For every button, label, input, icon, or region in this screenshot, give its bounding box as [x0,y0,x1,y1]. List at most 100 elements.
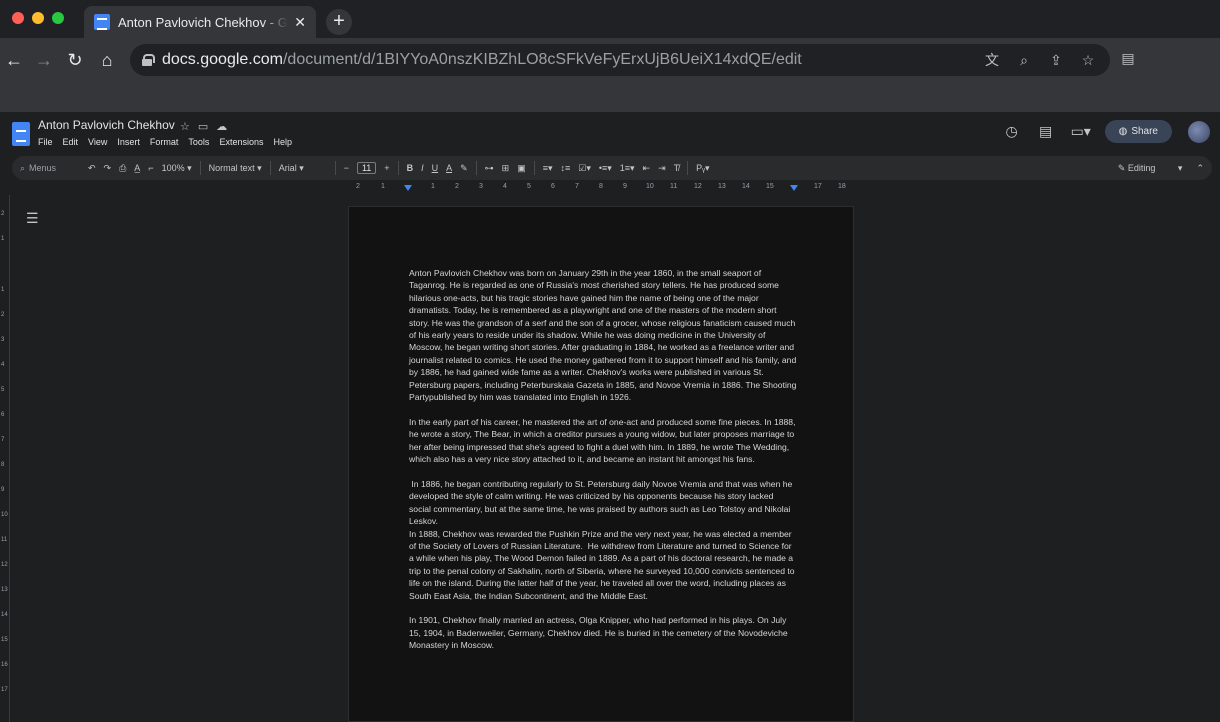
print-icon[interactable]: ⎙ [119,163,126,174]
menu-bar: File Edit View Insert Format Tools Exten… [38,137,292,147]
underline-icon[interactable]: U [432,163,439,173]
version-history-icon[interactable]: ◷ [1003,123,1021,140]
link-icon[interactable]: ⊶ [485,163,494,174]
undo-icon[interactable]: ↶ [88,163,96,174]
bold-icon[interactable]: B [407,163,414,173]
ruler-mark: 13 [718,183,726,190]
vruler-mark: 5 [1,387,5,393]
docs-favicon-icon [94,14,110,30]
tab-close-icon[interactable]: ✕ [294,14,306,31]
menu-edit[interactable]: Edit [63,137,79,147]
decrease-indent-icon[interactable]: ⇤ [643,163,651,174]
ruler-mark: 4 [503,183,507,190]
close-window-button[interactable] [12,12,24,24]
browser-toolbar: ← → ↻ ⌂ docs.google.com/document/d/1BIYY… [0,38,1220,82]
document-outline-icon[interactable]: ☰ [26,210,39,227]
document-body[interactable]: Anton Pavlovich Chekhov was born on Janu… [409,267,797,664]
cloud-status-icon[interactable]: ☁ [216,120,227,133]
back-arrow-icon[interactable]: ← [2,48,26,72]
highlight-icon[interactable]: ✎ [460,163,468,174]
numbered-list-icon[interactable]: 1≡▾ [620,163,635,174]
paragraph[interactable]: Anton Pavlovich Chekhov was born on Janu… [409,267,797,403]
translate-icon[interactable]: 文 [982,50,1002,70]
hide-menus-icon[interactable]: ⌃ [1196,163,1204,174]
paragraph[interactable]: In 1886, he began contributing regularly… [409,478,797,528]
divider [533,161,535,175]
style-select[interactable]: Normal text ▾ [209,163,262,174]
forward-arrow-icon[interactable]: → [32,48,56,72]
insert-image-icon[interactable]: ▣ [517,163,526,174]
vruler-mark: 13 [1,587,8,593]
menu-format[interactable]: Format [150,137,179,147]
menu-extensions[interactable]: Extensions [219,137,263,147]
text-color-icon[interactable]: A [446,163,452,173]
globe-icon: ◍ [1118,126,1128,137]
italic-icon[interactable]: I [421,163,424,173]
clear-formatting-icon[interactable]: T̸ [674,163,680,173]
increase-font-size-icon[interactable]: + [384,163,389,173]
comments-icon[interactable]: ▤ [1037,123,1055,140]
menu-view[interactable]: View [88,137,107,147]
editing-mode-label: Editing [1127,162,1156,173]
new-tab-button[interactable]: + [326,9,352,35]
browser-tab[interactable]: Anton Pavlovich Chekhov - Google Docs ✕ [84,6,316,38]
menu-tools[interactable]: Tools [188,137,209,147]
menu-file[interactable]: File [38,137,53,147]
avatar[interactable] [1188,120,1210,143]
meet-icon[interactable]: ▭▾ [1071,123,1091,140]
bookmark-star-icon[interactable]: ☆ [1078,50,1098,70]
ruler-mark: 7 [575,183,579,190]
menus-search[interactable]: ⌕ Menus [20,163,80,174]
document-title[interactable]: Anton Pavlovich Chekhov [38,118,175,132]
search-icon: ⌕ [20,162,26,173]
paragraph[interactable]: In 1901, Chekhov finally married an actr… [409,614,797,651]
increase-indent-icon[interactable]: ⇥ [658,163,666,174]
bulleted-list-icon[interactable]: •≡▾ [599,163,612,174]
align-icon[interactable]: ≡▾ [543,163,553,174]
share-button[interactable]: ◍ Share [1104,120,1172,143]
vruler-mark: 8 [1,462,5,468]
menu-help[interactable]: Help [273,137,292,147]
vertical-ruler[interactable]: 2 1 1 2 3 4 5 6 7 8 9 10 11 12 13 14 15 … [0,195,10,722]
font-size-input[interactable]: 11 [356,162,377,174]
paragraph[interactable]: In the early part of his career, he mast… [409,416,797,466]
minimize-window-button[interactable] [32,12,44,24]
paint-format-icon[interactable]: ⌐ [148,163,153,173]
home-icon[interactable]: ⌂ [95,48,119,72]
star-icon[interactable]: ☆ [180,120,190,133]
paragraph[interactable]: In 1888, Chekhov was rewarded the Pushki… [409,528,797,602]
spellcheck-icon[interactable]: A̲ [134,163,140,173]
font-select[interactable]: Arial ▾ [279,163,327,174]
vruler-mark: 16 [1,662,8,668]
zoom-select[interactable]: 100% ▾ [162,163,192,174]
line-spacing-icon[interactable]: ↕≡ [560,163,570,173]
zoom-icon[interactable]: ⌕ [1014,50,1034,70]
move-folder-icon[interactable]: ▭ [198,120,208,133]
ruler-mark: 1 [431,183,435,190]
share-page-icon[interactable]: ⇪ [1046,50,1066,70]
share-label: Share [1131,126,1158,137]
menu-insert[interactable]: Insert [117,137,140,147]
ruler-mark: 15 [766,183,774,190]
divider [334,161,336,175]
divider [475,161,477,175]
horizontal-ruler[interactable]: 2 1 1 2 3 4 5 6 7 8 9 10 11 12 13 14 15 … [348,183,854,195]
right-indent-marker[interactable] [790,185,798,191]
reload-icon[interactable]: ↻ [63,48,87,72]
ruler-mark: 18 [838,183,846,190]
reading-list-icon[interactable]: ▤ [1118,50,1138,70]
maximize-window-button[interactable] [52,12,64,24]
document-page[interactable]: Anton Pavlovich Chekhov was born on Janu… [348,206,854,722]
docs-logo-icon[interactable] [12,122,30,146]
checklist-icon[interactable]: ☑▾ [578,163,591,174]
lock-icon[interactable] [142,54,155,66]
decrease-font-size-icon[interactable]: − [344,163,349,173]
vruler-mark: 2 [1,312,5,318]
address-bar[interactable]: docs.google.com/document/d/1BIYYoA0nszKI… [130,44,1110,76]
redo-icon[interactable]: ↷ [104,163,112,174]
left-indent-marker[interactable] [404,185,412,191]
add-comment-icon[interactable]: ⊞ [502,163,510,174]
editing-mode-select[interactable]: ✎ Editing ▾ [1118,163,1183,174]
vruler-mark: 6 [1,412,5,418]
input-tools-icon[interactable]: Pᵧ▾ [696,163,709,174]
